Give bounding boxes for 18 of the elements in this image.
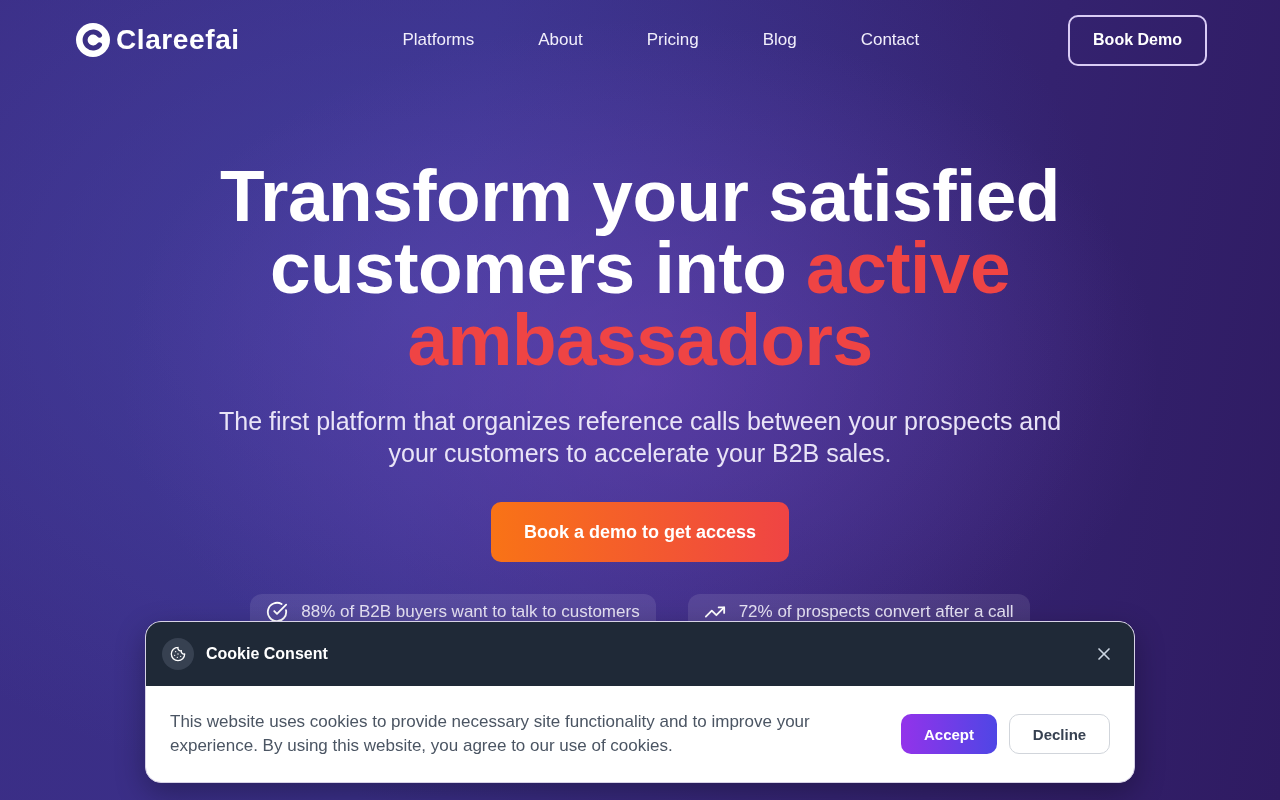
decline-button[interactable]: Decline [1009, 714, 1110, 754]
nav-link[interactable]: Pricing [646, 30, 699, 50]
hero-subtitle: The first platform that organizes reference calls between your prospects and your customers to accelerate your B2B sales. [217, 406, 1063, 469]
logo-mark-icon [76, 23, 110, 57]
nav-link[interactable]: Contact [860, 30, 920, 50]
accept-button[interactable]: Accept [901, 714, 997, 754]
nav-link[interactable]: About [538, 30, 583, 50]
stat-text: 88% of B2B buyers want to talk to customers [301, 601, 640, 622]
nav-link[interactable]: Platforms [402, 30, 475, 50]
cookie-message: This website uses cookies to provide necessary site functionality and to improve your experience. By using this website, you agree to our use of cookies. [170, 711, 811, 757]
stat-text: 72% of prospects convert after a call [738, 601, 1014, 622]
book-demo-button[interactable]: Book Demo [1068, 14, 1207, 66]
logo[interactable]: Clareefai [76, 23, 240, 57]
cookie-icon [162, 638, 194, 670]
nav-link[interactable]: Blog [762, 30, 797, 50]
cookie-banner-title: Cookie Consent [206, 645, 329, 663]
hero-title: Transform your satisfied customers into active ambassadors [219, 160, 1061, 376]
logo-text: Clareefai [116, 24, 240, 56]
